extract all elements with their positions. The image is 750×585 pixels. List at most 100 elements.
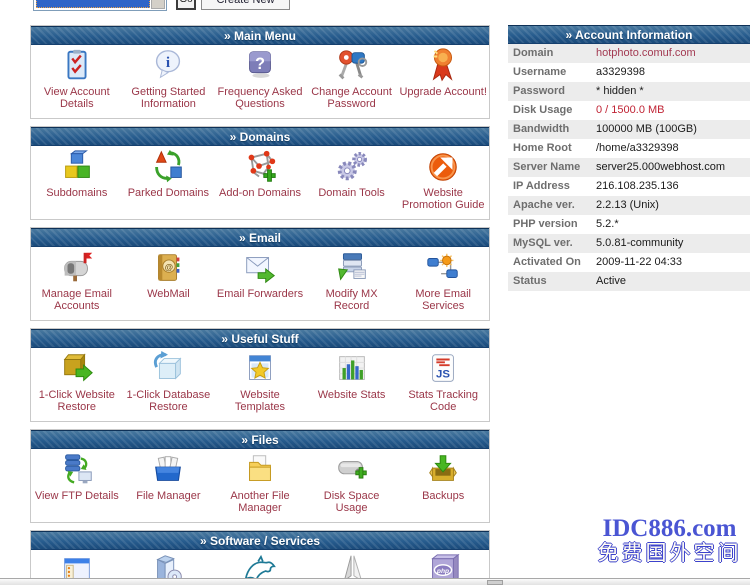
menu-item-modify-mx-record[interactable]: Modify MX Record [306, 249, 398, 320]
mail-server-icon [333, 249, 371, 287]
account-row-apache-ver: Apache ver. 2.2.13 (Unix) [508, 196, 750, 215]
horizontal-scrollbar[interactable] [0, 578, 750, 585]
gears-icon [333, 148, 371, 186]
menu-item-more-email-services[interactable]: More Email Services [397, 249, 489, 320]
account-row-server-name: Server Name server25.000webhost.com [508, 158, 750, 177]
menu-item-getting-started[interactable]: i Getting Started Information [123, 47, 215, 118]
menu-item-label: Add-on Domains [217, 186, 303, 199]
menu-item-view-ftp-details[interactable]: View FTP Details [31, 451, 123, 522]
account-row-value: 5.2.* [596, 215, 619, 234]
menu-item-label: Stats Tracking Code [397, 388, 489, 413]
template-star-icon [241, 350, 279, 388]
menu-item-addon-domains[interactable]: Add-on Domains [214, 148, 306, 219]
menu-item-domain-tools[interactable]: Domain Tools [306, 148, 398, 219]
domain-select[interactable]: ▼ [33, 0, 167, 11]
account-row-disk-usage: Disk Usage 0 / 1500.0 MB [508, 101, 750, 120]
menu-item-label: Manage Email Accounts [31, 287, 123, 312]
account-row-value: 100000 MB (100GB) [596, 120, 697, 139]
section-title: » Useful Stuff [31, 329, 489, 348]
account-row-label: Activated On [508, 253, 596, 272]
menu-item-manage-email-accounts[interactable]: Manage Email Accounts [31, 249, 123, 320]
scrollbar-thumb[interactable] [487, 580, 503, 585]
menu-item-disk-space-usage[interactable]: Disk Space Usage [306, 451, 398, 522]
menu-item-upgrade-account[interactable]: Upgrade Account! [397, 47, 489, 118]
section-domains: » Domains Subdomains Parked Domains Add-… [30, 126, 490, 220]
menu-item-label: 1-Click Database Restore [123, 388, 215, 413]
account-row-label: Apache ver. [508, 196, 596, 215]
domain-select-selection [36, 0, 150, 8]
menu-item-1click-website-restore[interactable]: 1-Click Website Restore [31, 350, 123, 421]
menu-item-email-forwarders[interactable]: Email Forwarders [214, 249, 306, 320]
menu-item-label: More Email Services [397, 287, 489, 312]
menu-item-label: Website Stats [316, 388, 388, 401]
menu-item-view-account-details[interactable]: View Account Details [31, 47, 123, 118]
menu-item-parked-domains[interactable]: Parked Domains [123, 148, 215, 219]
menu-item-label: WebMail [145, 287, 192, 300]
menu-item-label: Website Templates [214, 388, 306, 413]
section-useful-stuff: » Useful Stuff 1-Click Website Restore 1… [30, 328, 490, 422]
promotion-arrow-icon [424, 148, 462, 186]
account-row-label: IP Address [508, 177, 596, 196]
account-row-label: Password [508, 82, 596, 101]
menu-item-stats-tracking-code[interactable]: JS Stats Tracking Code [397, 350, 489, 421]
menu-sections: » Main Menu View Account Details i Getti… [30, 25, 490, 585]
menu-item-label: Modify MX Record [306, 287, 398, 312]
account-row-home-root: Home Root /home/a3329398 [508, 139, 750, 158]
account-row-value: server25.000webhost.com [596, 158, 725, 177]
account-row-value: 216.108.235.136 [596, 177, 679, 196]
menu-item-label: Frequency Asked Questions [214, 85, 306, 110]
chevron-down-icon[interactable]: ▼ [151, 0, 165, 9]
section-software-services: » Software / Services php [30, 530, 490, 585]
menu-item-change-password[interactable]: Change Account Password [306, 47, 398, 118]
envelope-arrow-icon [241, 249, 279, 287]
top-controls-strip: ▼ Go Create New [0, 0, 750, 13]
section-main-menu: » Main Menu View Account Details i Getti… [30, 25, 490, 119]
menu-item-label: 1-Click Website Restore [31, 388, 123, 413]
menu-item-webmail[interactable]: @ WebMail [123, 249, 215, 320]
create-new-button[interactable]: Create New [201, 0, 290, 10]
menu-item-website-templates[interactable]: Website Templates [214, 350, 306, 421]
menu-item-backups[interactable]: Backups [397, 451, 489, 522]
disk-plus-icon [333, 451, 371, 489]
services-diagram-icon [424, 249, 462, 287]
menu-item-website-stats[interactable]: Website Stats [306, 350, 398, 421]
account-row-activated-on: Activated On 2009-11-22 04:33 [508, 253, 750, 272]
svg-text:@: @ [165, 262, 173, 272]
menu-item-label: Change Account Password [306, 85, 398, 110]
account-row-php-version: PHP version 5.2.* [508, 215, 750, 234]
address-book-icon: @ [149, 249, 187, 287]
menu-item-website-promotion-guide[interactable]: Website Promotion Guide [397, 148, 489, 219]
menu-item-faq[interactable]: ? Frequency Asked Questions [214, 47, 306, 118]
go-button[interactable]: Go [176, 0, 196, 10]
account-information-panel: » Account Information Domain hotphoto.co… [508, 25, 750, 291]
backup-box-icon [424, 451, 462, 489]
watermark: IDC886.com 免费国外空间 [592, 516, 747, 566]
account-row-value: /home/a3329398 [596, 139, 679, 158]
account-row-label: Disk Usage [508, 101, 596, 120]
cube-restore-icon [149, 350, 187, 388]
menu-item-1click-database-restore[interactable]: 1-Click Database Restore [123, 350, 215, 421]
account-info-title: » Account Information [508, 25, 750, 44]
account-row-label: MySQL ver. [508, 234, 596, 253]
domain-link[interactable]: hotphoto.comuf.com [596, 44, 696, 63]
account-row-value: * hidden * [596, 82, 644, 101]
keys-icon [333, 47, 371, 85]
menu-item-label: Another File Manager [214, 489, 306, 514]
svg-text:JS: JS [436, 369, 450, 381]
section-title: » Software / Services [31, 531, 489, 550]
section-title: » Files [31, 430, 489, 449]
menu-item-subdomains[interactable]: Subdomains [31, 148, 123, 219]
account-row-password: Password * hidden * [508, 82, 750, 101]
menu-item-label: Website Promotion Guide [397, 186, 489, 211]
account-row-value: 5.0.81-community [596, 234, 683, 253]
account-row-bandwidth: Bandwidth 100000 MB (100GB) [508, 120, 750, 139]
menu-item-file-manager[interactable]: File Manager [123, 451, 215, 522]
menu-item-another-file-manager[interactable]: Another File Manager [214, 451, 306, 522]
disk-usage-value: 0 / 1500.0 MB [596, 101, 665, 120]
account-row-ip-address: IP Address 216.108.235.136 [508, 177, 750, 196]
watermark-chinese-text: 免费国外空间 [592, 542, 747, 566]
ftp-transfer-icon [58, 451, 96, 489]
svg-text:?: ? [255, 55, 265, 73]
mailbox-icon [58, 249, 96, 287]
account-row-label: Status [508, 272, 596, 291]
